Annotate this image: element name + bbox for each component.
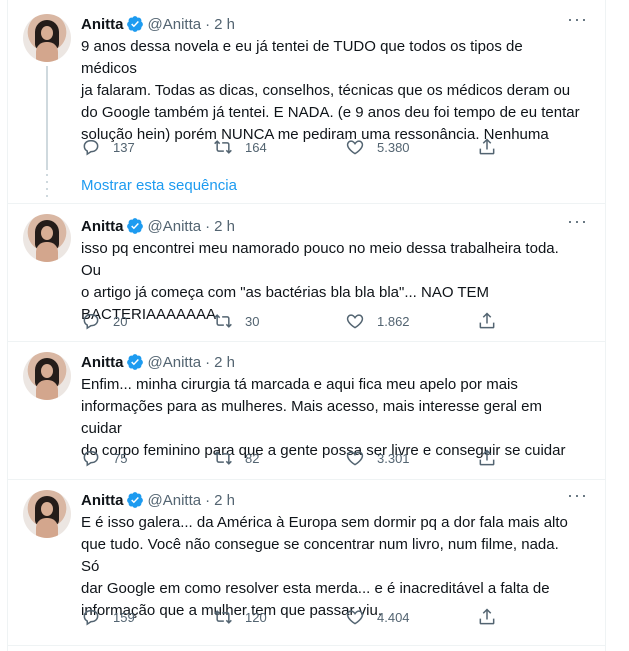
tweet[interactable]: Anitta @Anitta · 2 h ··· 9 anos dessa no…: [8, 0, 605, 170]
separator-dot: ·: [205, 353, 211, 371]
share-button[interactable]: [477, 311, 509, 331]
thread-line: [46, 66, 48, 170]
handle[interactable]: @Anitta: [148, 218, 202, 235]
share-icon: [479, 312, 495, 329]
display-name[interactable]: Anitta: [81, 354, 124, 371]
retweet-button[interactable]: 164: [213, 137, 345, 157]
avatar[interactable]: [23, 352, 71, 400]
reply-icon: [83, 451, 99, 467]
retweet-icon: [214, 451, 232, 465]
separator-dot: ·: [205, 491, 211, 509]
like-count: 3.301: [377, 450, 410, 466]
handle[interactable]: @Anitta: [148, 492, 202, 509]
tweet[interactable]: Anitta @Anitta · 2 h Enfim... minha ciru…: [8, 342, 605, 479]
timestamp[interactable]: 2 h: [214, 354, 235, 371]
retweet-button[interactable]: 30: [213, 311, 345, 331]
more-options-icon[interactable]: ···: [567, 212, 587, 236]
show-thread-link[interactable]: Mostrar esta sequência: [81, 177, 237, 194]
like-count: 4.404: [377, 609, 410, 625]
reply-button[interactable]: 137: [81, 137, 213, 157]
tweet[interactable]: Anitta @Anitta · 2 h ··· isso pq encontr…: [8, 204, 605, 341]
handle[interactable]: @Anitta: [148, 16, 202, 33]
reply-count: 159: [113, 609, 135, 625]
verified-badge-icon: [126, 492, 143, 508]
timestamp[interactable]: 2 h: [214, 16, 235, 33]
thread-dots: [46, 174, 48, 202]
separator-dot: ·: [205, 217, 211, 235]
share-icon: [479, 449, 495, 466]
share-button[interactable]: [477, 137, 509, 157]
avatar[interactable]: [23, 490, 71, 538]
heart-icon: [346, 451, 364, 466]
retweet-button[interactable]: 120: [213, 607, 345, 627]
verified-badge-icon: [126, 16, 143, 32]
reply-count: 20: [113, 313, 128, 329]
tweet-header: Anitta @Anitta · 2 h: [81, 14, 235, 34]
share-icon: [479, 138, 495, 155]
heart-icon: [346, 314, 364, 329]
retweet-count: 30: [245, 313, 260, 329]
tweet-text: 9 anos dessa novela e eu já tentei de TU…: [81, 38, 580, 143]
tweet-actions: 20 30 1.862: [81, 311, 521, 331]
reply-button[interactable]: 20: [81, 311, 213, 331]
retweet-count: 164: [245, 139, 267, 155]
retweet-icon: [214, 610, 232, 624]
verified-badge-icon: [126, 354, 143, 370]
separator-dot: ·: [205, 15, 211, 33]
like-count: 5.380: [377, 139, 410, 155]
divider: [8, 645, 605, 646]
heart-icon: [346, 610, 364, 625]
tweet-header: Anitta @Anitta · 2 h: [81, 490, 235, 510]
tweet-actions: 75 82 3.301: [81, 448, 521, 468]
avatar[interactable]: [23, 214, 71, 262]
retweet-button[interactable]: 82: [213, 448, 345, 468]
timestamp[interactable]: 2 h: [214, 492, 235, 509]
like-count: 1.862: [377, 313, 410, 329]
display-name[interactable]: Anitta: [81, 218, 124, 235]
retweet-icon: [214, 314, 232, 328]
timeline: Anitta @Anitta · 2 h ··· 9 anos dessa no…: [0, 0, 629, 651]
reply-button[interactable]: 159: [81, 607, 213, 627]
display-name[interactable]: Anitta: [81, 16, 124, 33]
like-button[interactable]: 4.404: [345, 607, 477, 627]
reply-icon: [83, 140, 99, 156]
share-icon: [479, 608, 495, 625]
timestamp[interactable]: 2 h: [214, 218, 235, 235]
reply-count: 137: [113, 139, 135, 155]
timeline-column: Anitta @Anitta · 2 h ··· 9 anos dessa no…: [7, 0, 606, 651]
reply-icon: [83, 314, 99, 330]
more-options-icon[interactable]: ···: [567, 486, 587, 510]
tweet-text: E é isso galera... da América à Europa s…: [81, 514, 568, 619]
share-button[interactable]: [477, 448, 509, 468]
display-name[interactable]: Anitta: [81, 492, 124, 509]
handle[interactable]: @Anitta: [148, 354, 202, 371]
like-button[interactable]: 3.301: [345, 448, 477, 468]
heart-icon: [346, 140, 364, 155]
like-button[interactable]: 1.862: [345, 311, 477, 331]
reply-button[interactable]: 75: [81, 448, 213, 468]
share-button[interactable]: [477, 607, 509, 627]
retweet-count: 120: [245, 609, 267, 625]
retweet-count: 82: [245, 450, 260, 466]
avatar[interactable]: [23, 14, 71, 62]
more-options-icon[interactable]: ···: [567, 10, 587, 34]
like-button[interactable]: 5.380: [345, 137, 477, 157]
reply-icon: [83, 610, 99, 626]
reply-count: 75: [113, 450, 128, 466]
tweet-actions: 159 120 4.404: [81, 607, 521, 627]
verified-badge-icon: [126, 218, 143, 234]
retweet-icon: [214, 140, 232, 154]
tweet-actions: 137 164 5.380: [81, 137, 521, 157]
tweet-header: Anitta @Anitta · 2 h: [81, 216, 235, 236]
tweet[interactable]: Anitta @Anitta · 2 h ··· E é isso galera…: [8, 480, 605, 640]
tweet-header: Anitta @Anitta · 2 h: [81, 352, 235, 372]
